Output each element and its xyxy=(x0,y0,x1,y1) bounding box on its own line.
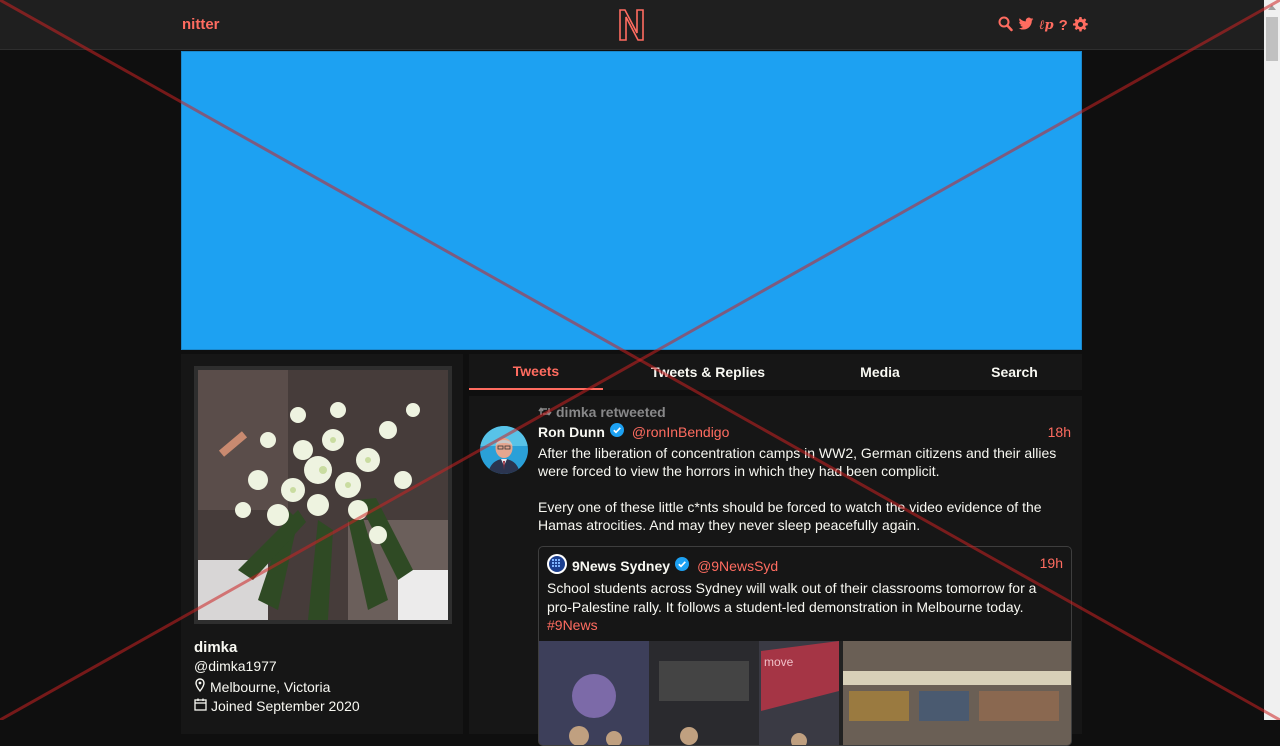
tab-tweets[interactable]: Tweets xyxy=(469,354,603,390)
joined-text: Joined September 2020 xyxy=(211,698,360,714)
tweet[interactable]: dimka retweeted Ron Dunn @ronInBendigo 1… xyxy=(469,396,1082,746)
profile-location: Melbourne, Victoria xyxy=(194,678,330,695)
tweet-author-avatar[interactable] xyxy=(480,426,528,474)
profile-banner[interactable] xyxy=(181,51,1082,350)
quote-content: School students across Sydney will walk … xyxy=(547,579,1057,635)
tweet-paragraph: Every one of these little c*nts should b… xyxy=(538,499,1042,533)
retweet-label[interactable]: dimka retweeted xyxy=(556,404,666,420)
quote-text: School students across Sydney will walk … xyxy=(547,580,1037,615)
scroll-up-arrow-icon[interactable] xyxy=(1268,5,1276,10)
quote-date[interactable]: 19h xyxy=(1040,555,1063,571)
tweet-author-name[interactable]: Ron Dunn xyxy=(538,424,605,440)
quote-author: 9News Sydney @9NewsSyd xyxy=(547,554,778,577)
navbar: nitter ℓp ? xyxy=(0,0,1264,50)
calendar-icon xyxy=(194,698,207,714)
profile-name[interactable]: dimka xyxy=(194,639,237,656)
profile-joined: Joined September 2020 xyxy=(194,698,360,714)
help-icon[interactable]: ? xyxy=(1059,17,1068,34)
timeline: Tweets Tweets & Replies Media Search dim… xyxy=(469,354,1082,746)
nav-icons: ℓp ? xyxy=(998,16,1088,35)
quote-author-name[interactable]: 9News Sydney xyxy=(572,558,670,574)
tweet-paragraph: After the liberation of concentration ca… xyxy=(538,445,1057,479)
verified-badge-icon xyxy=(609,423,624,440)
tweet-content: After the liberation of concentration ca… xyxy=(538,444,1068,534)
nitter-logo-icon[interactable] xyxy=(618,9,645,44)
tweet-author: Ron Dunn @ronInBendigo xyxy=(538,423,729,440)
verified-badge-icon xyxy=(675,557,690,574)
tab-tweets-replies[interactable]: Tweets & Replies xyxy=(603,354,813,390)
profile-card: dimka @dimka1977 Melbourne, Victoria Joi… xyxy=(181,354,463,734)
page-scrollbar[interactable] xyxy=(1264,0,1280,720)
quoted-tweet[interactable]: 9News Sydney @9NewsSyd 19h School studen… xyxy=(538,546,1072,746)
media-sign-text: move xyxy=(764,655,794,669)
location-pin-icon xyxy=(194,678,206,695)
tweet-author-handle[interactable]: @ronInBendigo xyxy=(632,424,730,440)
scrollbar-thumb[interactable] xyxy=(1266,17,1278,61)
retweet-icon xyxy=(538,404,552,420)
timeline-tabs: Tweets Tweets & Replies Media Search xyxy=(469,354,1082,391)
profile-avatar-frame xyxy=(194,366,452,624)
quote-author-avatar[interactable] xyxy=(547,554,567,577)
rss-icon[interactable]: ℓp xyxy=(1039,18,1054,34)
quote-author-handle[interactable]: @9NewsSyd xyxy=(697,558,778,574)
retweet-header: dimka retweeted xyxy=(538,404,666,420)
tab-search[interactable]: Search xyxy=(947,354,1082,390)
hashtag-link[interactable]: #9News xyxy=(547,616,1057,635)
gear-icon[interactable] xyxy=(1072,16,1088,35)
brand-link[interactable]: nitter xyxy=(182,16,220,33)
search-icon[interactable] xyxy=(998,16,1013,35)
tab-media[interactable]: Media xyxy=(813,354,947,390)
profile-avatar[interactable] xyxy=(198,370,448,620)
tweet-date[interactable]: 18h xyxy=(1048,424,1071,440)
quote-media-image[interactable]: move xyxy=(539,641,1071,745)
twitter-bird-icon[interactable] xyxy=(1018,16,1034,35)
profile-handle[interactable]: @dimka1977 xyxy=(194,658,277,674)
location-text: Melbourne, Victoria xyxy=(210,678,331,695)
